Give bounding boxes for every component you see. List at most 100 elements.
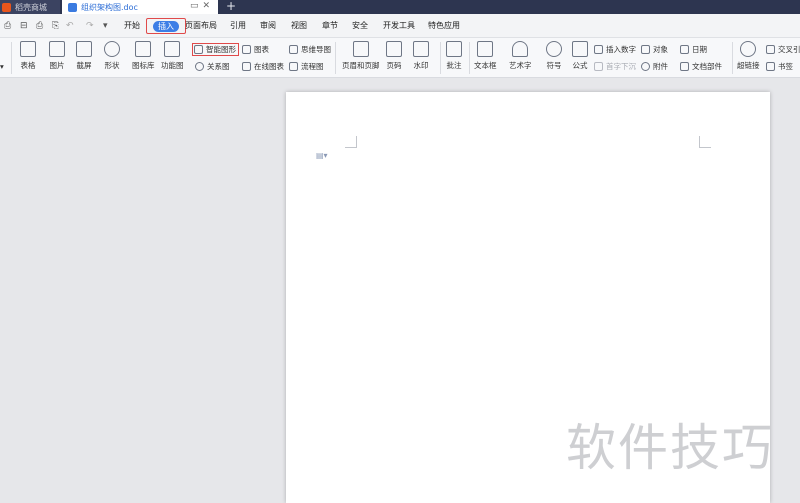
tab-label: 组织架构图.doc [81, 2, 138, 12]
save-icon[interactable]: ⎙ [4, 21, 11, 31]
doc-parts-button[interactable]: 文档部件 [680, 61, 722, 72]
relation-button[interactable]: 关系图 [195, 61, 230, 72]
hyperlink-label: 超链接 [737, 61, 760, 70]
online-chart-button[interactable]: 在线图表 [242, 61, 284, 72]
header-footer-label: 页眉和页脚 [342, 61, 380, 70]
tab-label: 稻壳商城 [15, 2, 47, 12]
watermark-button[interactable]: 水印 [413, 41, 429, 71]
page-corner-mark-top-right [699, 136, 711, 148]
page-corner-mark-top-left [345, 136, 357, 148]
attachment-label: 附件 [653, 62, 668, 71]
chart-button[interactable]: 图表 [242, 44, 269, 55]
image-button[interactable]: 图片 [49, 41, 65, 71]
undo-icon[interactable]: ↶ [66, 21, 74, 31]
table-button[interactable]: 表格 [20, 41, 36, 71]
comment-label: 批注 [446, 61, 462, 70]
word-doc-icon [68, 2, 77, 12]
link-icon [740, 41, 757, 57]
ribbon: ▾ 表格 图片 截屏 形状 图标库 功能图 智能图形 图表 思维导图 关系图 在… [0, 38, 800, 78]
smartart-icon [194, 45, 203, 54]
textbox-label: 文本框 [474, 61, 497, 70]
wordart-button[interactable]: 艺术字 [509, 41, 532, 71]
symbol-button[interactable]: 符号 [546, 41, 562, 71]
flowchart-button[interactable]: 流程图 [289, 61, 324, 72]
first-drop-label: 首字下沉 [606, 62, 636, 71]
close-icon[interactable]: ✕ [202, 1, 214, 11]
calendar-icon [680, 45, 689, 54]
screenshot-button[interactable]: 截屏 [76, 41, 92, 71]
ribbon-left-dropdown-icon[interactable]: ▾ [0, 62, 4, 71]
scissors-icon [76, 41, 92, 57]
quick-access-dropdown-icon[interactable]: ▾ [103, 21, 108, 31]
menu-section[interactable]: 章节 [322, 20, 338, 31]
screenshot-label: 截屏 [76, 61, 92, 70]
wordart-icon [512, 41, 529, 57]
shapes-label: 形状 [104, 61, 120, 70]
crossref-button[interactable]: 交叉引 [766, 44, 800, 55]
title-bar: 稻壳商城 组织架构图.doc ▭✕ + [0, 0, 800, 14]
flowchart-icon [289, 62, 298, 71]
tab-document[interactable]: 组织架构图.doc ▭✕ [62, 0, 218, 14]
ribbon-separator [11, 42, 12, 74]
icon-library-button[interactable]: 图标库 [132, 41, 155, 71]
menu-insert[interactable]: 插入 [146, 18, 186, 34]
docer-icon [2, 2, 11, 12]
shapes-button[interactable]: 形状 [104, 41, 120, 71]
menu-review[interactable]: 审阅 [260, 20, 276, 31]
pi-icon [572, 41, 588, 57]
insert-number-icon [594, 45, 603, 54]
icon-library-label: 图标库 [132, 61, 155, 70]
smartart-button[interactable]: 智能图形 [192, 43, 239, 56]
wordart-label: 艺术字 [509, 61, 532, 70]
layout-icon[interactable]: ⊟ [20, 21, 28, 31]
preview-icon[interactable]: ⎘ [52, 21, 59, 31]
insert-number-button[interactable]: 插入数字 [594, 44, 636, 55]
bookmark-button[interactable]: 书签 [766, 61, 793, 72]
textbox-button[interactable]: 文本框 [474, 41, 497, 71]
menu-page-layout[interactable]: 页面布局 [185, 20, 217, 31]
date-label: 日期 [692, 45, 707, 54]
pin-icon[interactable]: ▭ [190, 1, 203, 11]
page-number-icon [386, 41, 402, 57]
date-button[interactable]: 日期 [680, 44, 707, 55]
menu-developer[interactable]: 开发工具 [383, 20, 415, 31]
comment-button[interactable]: 批注 [446, 41, 462, 71]
watermark-icon [413, 41, 429, 57]
menu-references[interactable]: 引用 [230, 20, 246, 31]
relation-icon [195, 62, 204, 71]
ribbon-separator [732, 42, 733, 74]
print-icon[interactable]: ⎙ [36, 21, 43, 31]
paperclip-icon [641, 62, 650, 71]
mindmap-button[interactable]: 思维导图 [289, 44, 331, 55]
tab-controls: ▭✕ [190, 1, 214, 11]
new-tab-button[interactable]: + [226, 0, 236, 13]
paste-options-icon[interactable]: ▤▾ [316, 151, 328, 160]
mindmap-icon [289, 45, 298, 54]
image-icon [49, 41, 65, 57]
menu-special[interactable]: 特色应用 [428, 20, 460, 31]
page-number-button[interactable]: 页码 [386, 41, 402, 71]
menu-security[interactable]: 安全 [352, 20, 368, 31]
attachment-button[interactable]: 附件 [641, 61, 668, 72]
formula-button[interactable]: 公式 [572, 41, 588, 71]
header-footer-button[interactable]: 页眉和页脚 [342, 41, 380, 71]
redo-icon[interactable]: ↷ [86, 21, 94, 31]
first-drop-button[interactable]: 首字下沉 [594, 61, 636, 72]
insert-number-label: 插入数字 [606, 45, 636, 54]
hyperlink-button[interactable]: 超链接 [737, 41, 760, 71]
flowchart-label: 流程图 [301, 62, 324, 71]
menu-bar: ⎙ ⊟ ⎙ ⎘ ↶ ↷ ▾ 开始 插入 页面布局 引用 审阅 视图 章节 安全 … [0, 14, 800, 38]
formula-label: 公式 [572, 61, 588, 70]
shapes-icon [104, 41, 120, 57]
menu-view[interactable]: 视图 [291, 20, 307, 31]
menu-home[interactable]: 开始 [124, 20, 140, 31]
function-chart-icon [164, 41, 181, 57]
object-button[interactable]: 对象 [641, 44, 668, 55]
omega-icon [546, 41, 562, 57]
header-footer-icon [352, 41, 369, 57]
function-chart-button[interactable]: 功能图 [161, 41, 184, 71]
watermark-label: 水印 [413, 61, 429, 70]
comment-icon [446, 41, 462, 57]
page-number-label: 页码 [386, 61, 402, 70]
tab-docer-store[interactable]: 稻壳商城 [0, 0, 60, 14]
